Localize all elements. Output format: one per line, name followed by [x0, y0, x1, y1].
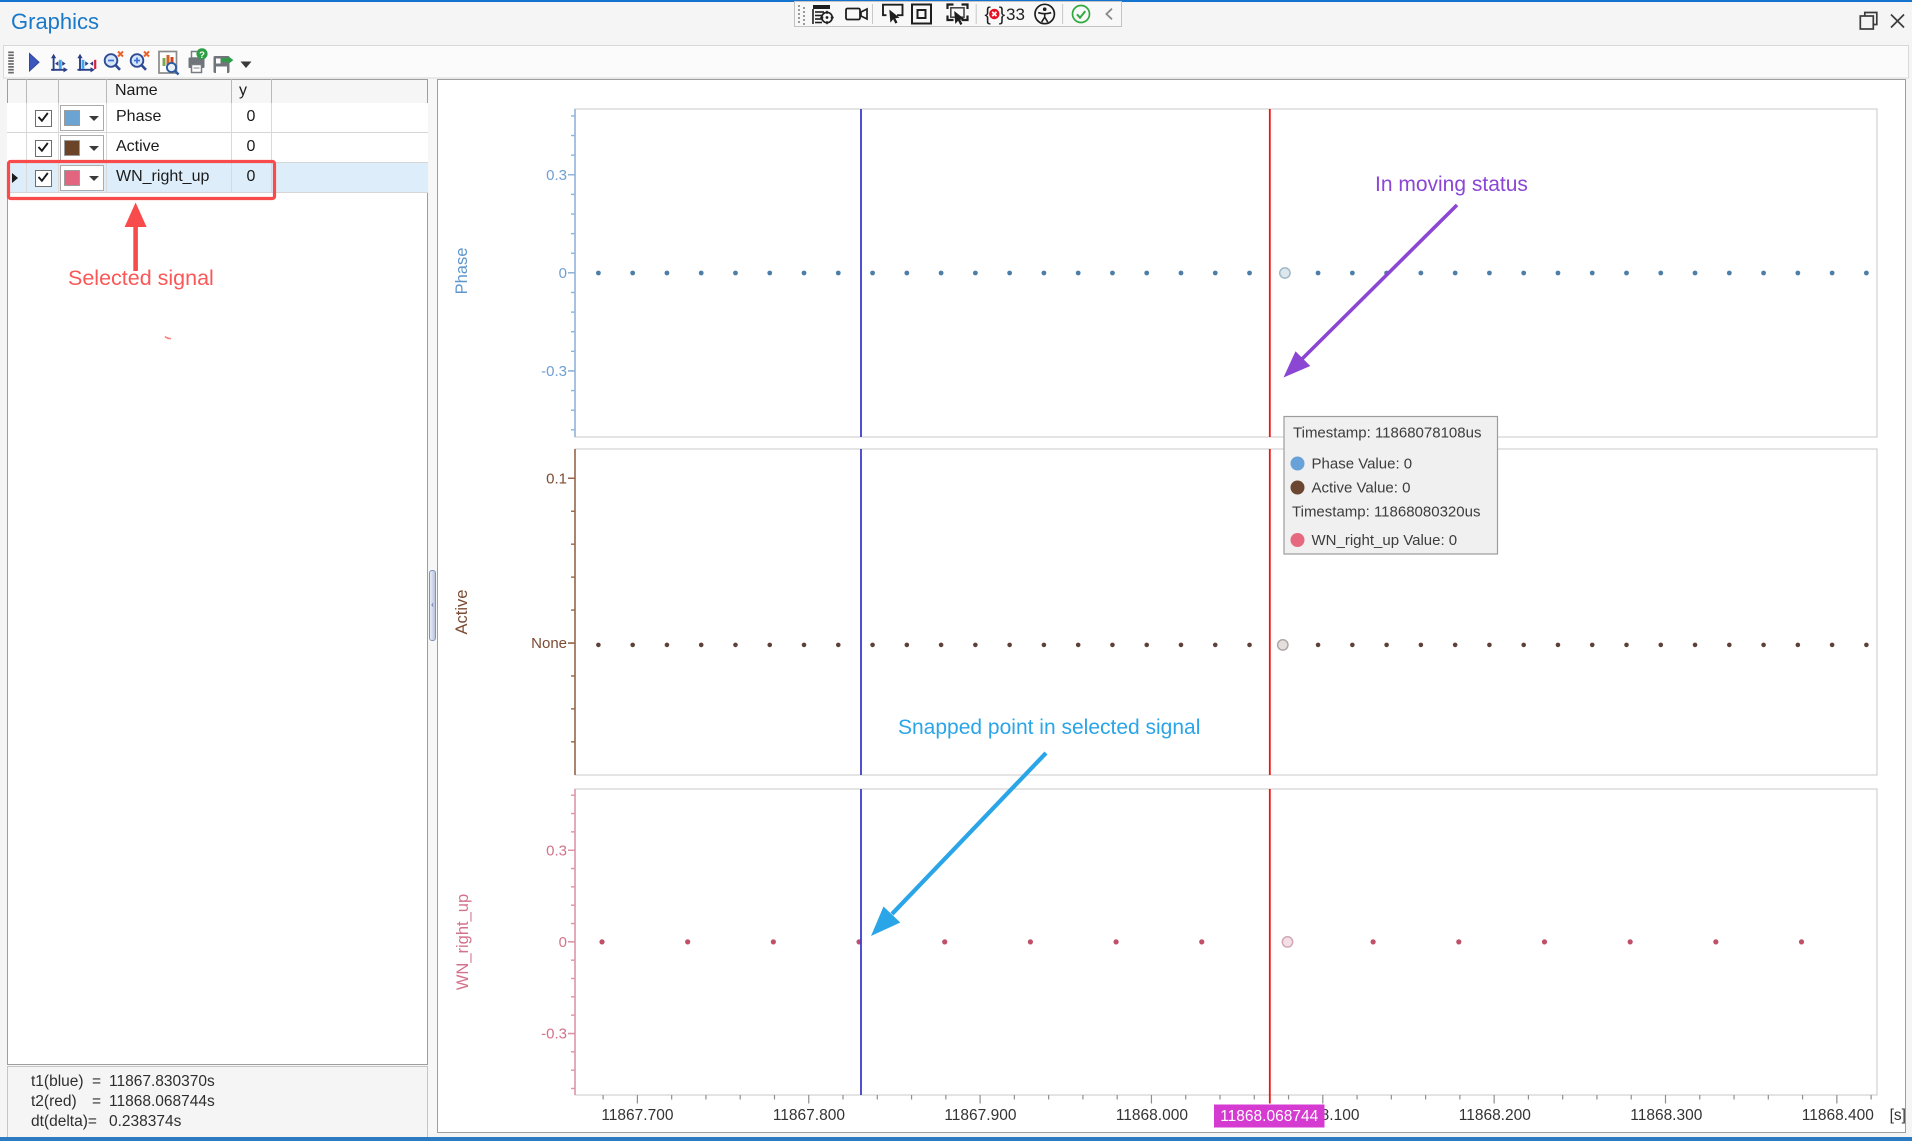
svg-text:WN_right_up: WN_right_up	[454, 894, 472, 990]
svg-text:Active Value: 0: Active Value: 0	[1312, 480, 1411, 497]
svg-text:-0.3: -0.3	[541, 1026, 567, 1043]
svg-text:?: ?	[199, 50, 205, 61]
svg-text:11867.700: 11867.700	[601, 1107, 673, 1124]
svg-text:WN_right_up Value: 0: WN_right_up Value: 0	[1312, 532, 1458, 549]
svg-text:0.3: 0.3	[546, 167, 567, 184]
svg-text:Selected signal: Selected signal	[68, 266, 214, 290]
svg-text:[s]: [s]	[1890, 1107, 1906, 1124]
svg-text:0: 0	[559, 265, 567, 282]
svg-text:Phase: Phase	[453, 248, 471, 295]
svg-text:0.3: 0.3	[546, 842, 567, 859]
svg-text:11867.900: 11867.900	[944, 1107, 1016, 1124]
svg-text:In moving status: In moving status	[1375, 173, 1528, 196]
svg-text:-0.3: -0.3	[541, 363, 567, 380]
svg-text:11867.800: 11867.800	[773, 1107, 845, 1124]
svg-text:11868.400: 11868.400	[1802, 1107, 1874, 1124]
svg-text:Timestamp: 11868078108us: Timestamp: 11868078108us	[1293, 425, 1481, 442]
svg-text:11868.300: 11868.300	[1630, 1107, 1702, 1124]
svg-text:None: None	[531, 635, 567, 652]
svg-text:0: 0	[559, 934, 567, 951]
svg-text:}: }	[999, 5, 1005, 26]
svg-text:Phase Value: 0: Phase Value: 0	[1312, 456, 1413, 473]
svg-text:33: 33	[1006, 5, 1025, 24]
svg-text:Active: Active	[453, 590, 471, 635]
svg-text:11868.000: 11868.000	[1116, 1107, 1188, 1124]
svg-text:0.1: 0.1	[546, 470, 567, 487]
svg-text:Snapped point in selected sign: Snapped point in selected signal	[898, 716, 1200, 739]
svg-text:11868.068744: 11868.068744	[1220, 1108, 1318, 1125]
svg-text:11868.200: 11868.200	[1459, 1107, 1531, 1124]
svg-text:Timestamp: 11868080320us: Timestamp: 11868080320us	[1292, 504, 1480, 521]
